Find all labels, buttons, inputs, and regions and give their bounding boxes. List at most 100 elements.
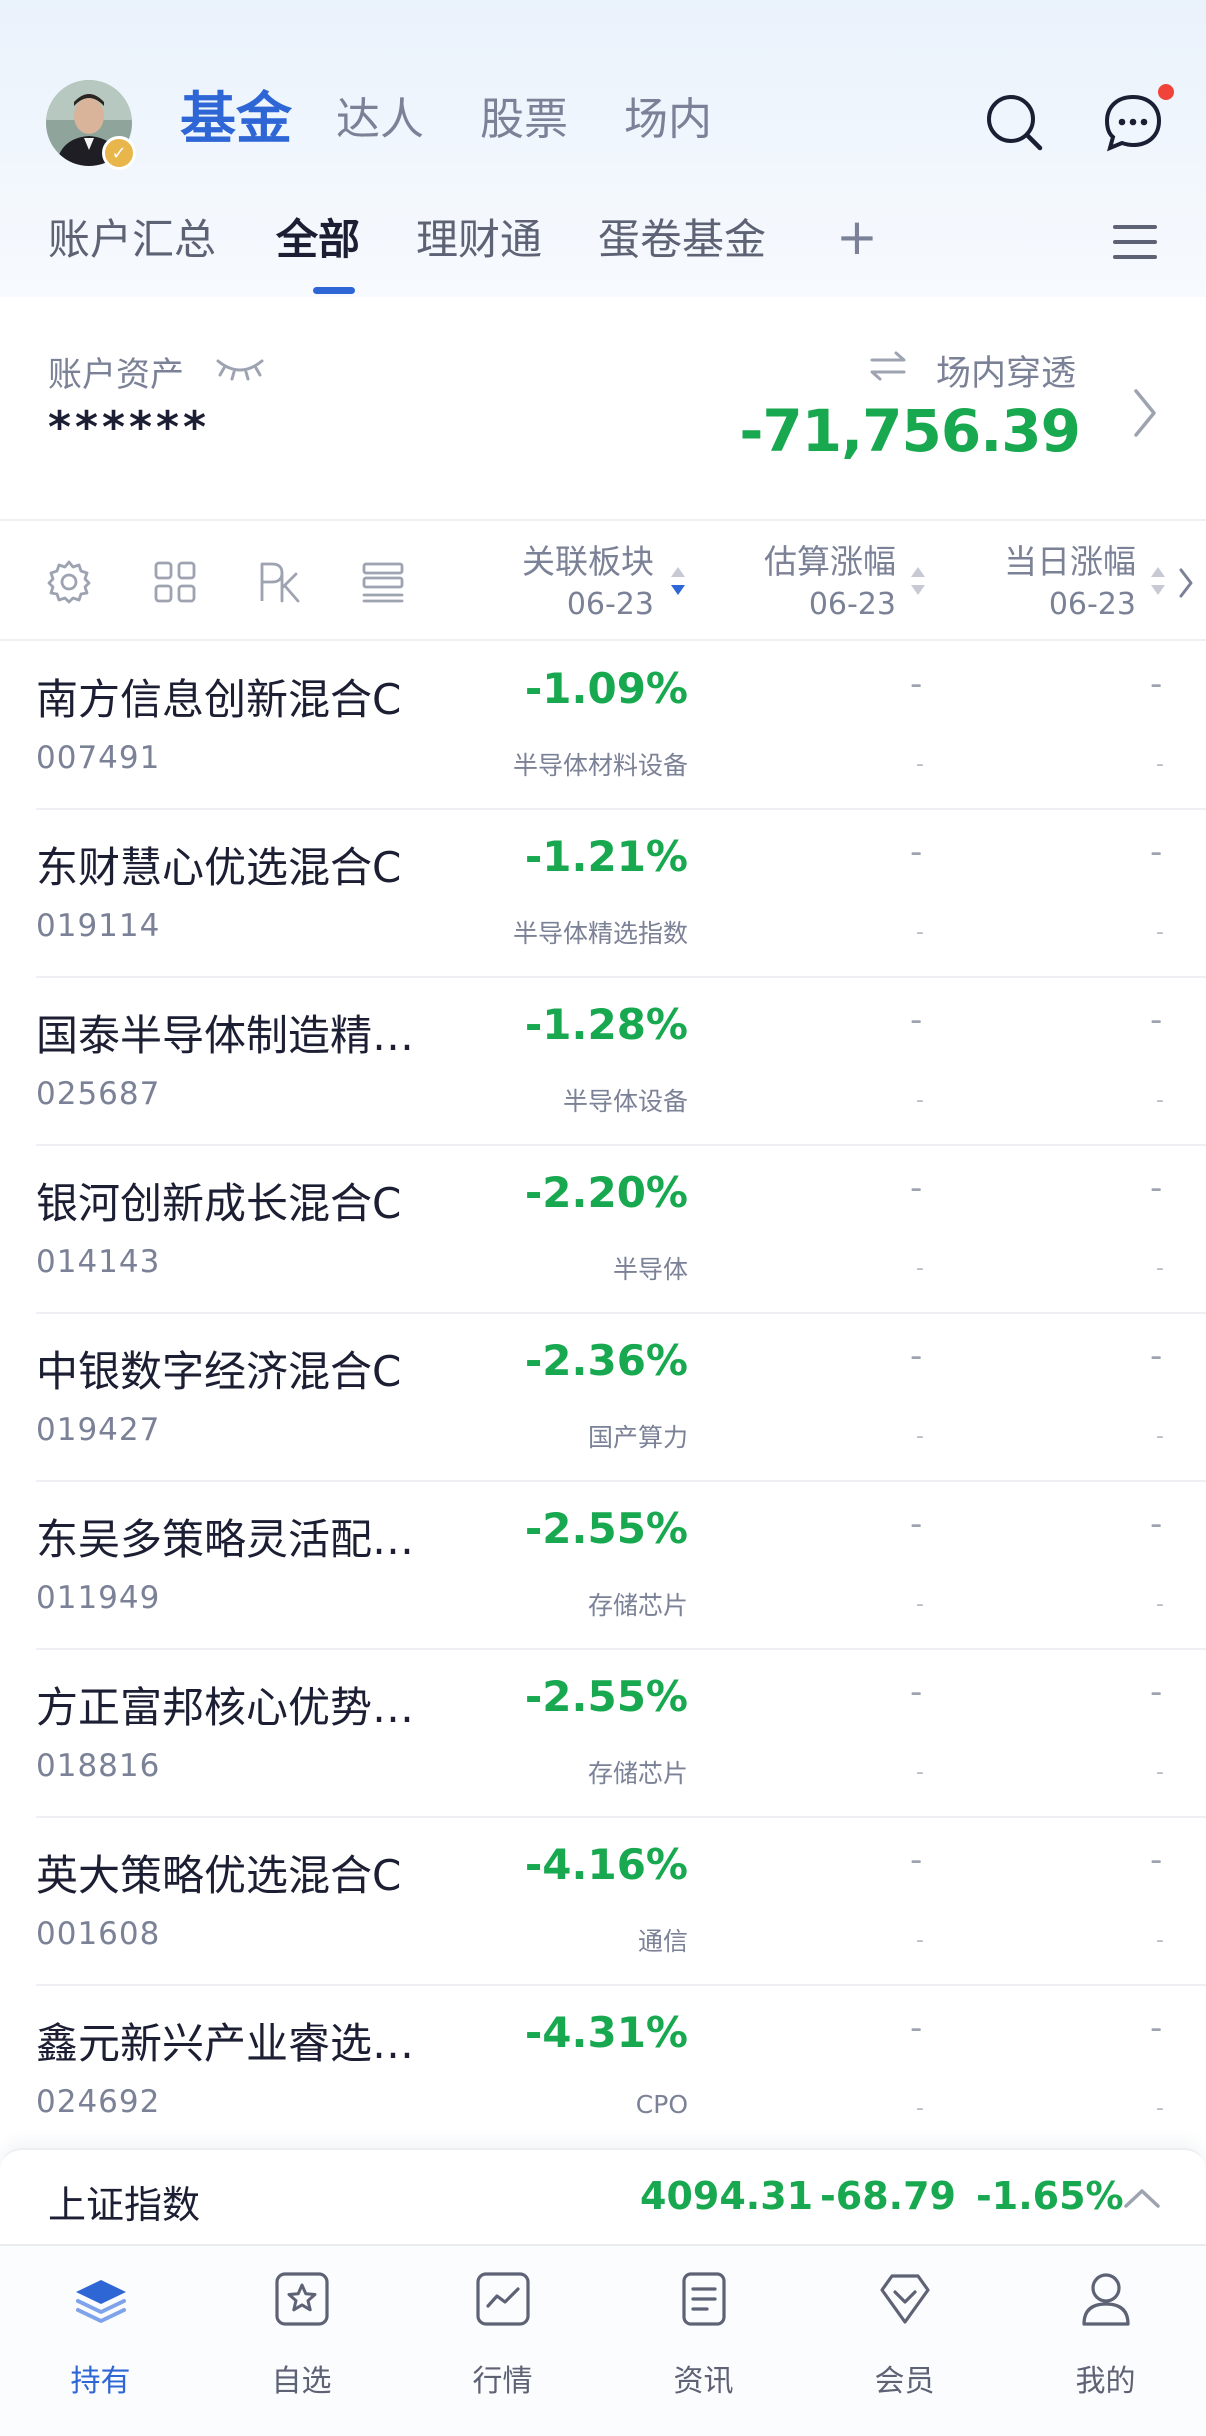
- estimate-sub: -: [916, 1928, 924, 1953]
- fund-code: 018816: [36, 1748, 161, 1784]
- sort-desc-icon[interactable]: [668, 559, 688, 603]
- list-view-icon[interactable]: [360, 559, 406, 605]
- estimate-value: -: [910, 1000, 923, 1040]
- tab-stock[interactable]: 股票: [480, 98, 568, 142]
- fund-change: -1.21%: [524, 832, 688, 881]
- tab-exchange[interactable]: 场内: [624, 98, 712, 142]
- nav-membership[interactable]: 会员: [804, 2246, 1005, 2436]
- menu-icon[interactable]: [1112, 222, 1158, 262]
- fund-row[interactable]: 东财慧心优选混合C 019114 -1.21% 半导体精选指数 - - - -: [0, 810, 1206, 978]
- estimate-value: -: [910, 1336, 923, 1376]
- estimate-sub: -: [916, 1592, 924, 1617]
- settings-icon[interactable]: [46, 559, 92, 605]
- nav-profile[interactable]: 我的: [1005, 2246, 1206, 2436]
- fund-sector: 半导体材料设备: [512, 751, 688, 780]
- nav-label: 资讯: [673, 2364, 734, 2399]
- index-percent: -1.65%: [976, 2174, 1124, 2218]
- fund-sector: 存储芯片: [587, 1591, 688, 1620]
- daily-value: -: [1150, 1672, 1163, 1712]
- notification-dot: [1158, 84, 1174, 100]
- fund-code: 024692: [36, 2084, 161, 2120]
- fund-code: 019427: [36, 1412, 161, 1448]
- fund-row[interactable]: 南方信息创新混合C 007491 -1.09% 半导体材料设备 - - - -: [0, 642, 1206, 810]
- fund-change: -4.31%: [524, 2008, 688, 2057]
- index-change: -68.79: [820, 2174, 956, 2218]
- daily-sub: -: [1156, 752, 1164, 777]
- eye-closed-icon[interactable]: [214, 353, 266, 383]
- fund-sector: 半导体设备: [562, 1087, 688, 1116]
- subtab-all[interactable]: 全部: [276, 219, 360, 261]
- fund-name: 中银数字经济混合C: [36, 1347, 402, 1396]
- nav-news[interactable]: 资讯: [603, 2246, 804, 2436]
- subtab-licaitong[interactable]: 理财通: [416, 219, 542, 261]
- fund-row[interactable]: 中银数字经济混合C 019427 -2.36% 国产算力 - - - -: [0, 1314, 1206, 1482]
- chevron-up-icon[interactable]: [1122, 2186, 1162, 2210]
- nav-watchlist[interactable]: 自选: [201, 2246, 402, 2436]
- estimate-value: -: [910, 1168, 923, 1208]
- fund-change: -2.55%: [524, 1504, 688, 1553]
- fund-change: -1.09%: [524, 664, 688, 713]
- fund-sector: 半导体: [612, 1255, 688, 1284]
- tab-influencer[interactable]: 达人: [336, 98, 424, 142]
- subtab-danjuan[interactable]: 蛋卷基金: [598, 219, 766, 261]
- search-icon[interactable]: [984, 92, 1046, 154]
- estimate-value: -: [910, 832, 923, 872]
- chevron-right-icon[interactable]: [1130, 385, 1160, 441]
- daily-value: -: [1150, 1000, 1163, 1040]
- star-icon: [275, 2272, 329, 2326]
- pk-compare-icon[interactable]: [256, 559, 302, 605]
- daily-sub: -: [1156, 1256, 1164, 1281]
- sector-column-title[interactable]: 关联板块: [522, 535, 654, 583]
- daily-value: -: [1150, 1168, 1163, 1208]
- index-value: 4094.31: [640, 2174, 814, 2218]
- estimate-value: -: [910, 2008, 923, 2048]
- subtab-account-summary[interactable]: 账户汇总: [48, 219, 216, 261]
- estimate-column-title[interactable]: 估算涨幅: [764, 535, 896, 583]
- fund-change: -4.16%: [524, 1840, 688, 1889]
- message-icon[interactable]: [1102, 92, 1164, 154]
- masked-asset-value: ******: [48, 402, 211, 453]
- nav-holdings[interactable]: 持有: [0, 2246, 201, 2436]
- fund-change: -2.20%: [524, 1168, 688, 1217]
- account-assets-label: 账户资产: [48, 355, 184, 395]
- estimate-value: -: [910, 1504, 923, 1544]
- sort-icon[interactable]: [1148, 559, 1168, 603]
- fund-code: 025687: [36, 1076, 161, 1112]
- estimate-sub: -: [916, 752, 924, 777]
- header-divider: [0, 639, 1206, 641]
- fund-row[interactable]: 英大策略优选混合C 001608 -4.16% 通信 - - - -: [0, 1818, 1206, 1986]
- daily-column-title[interactable]: 当日涨幅: [1004, 535, 1136, 583]
- fund-row[interactable]: 国泰半导体制造精… 025687 -1.28% 半导体设备 - - - -: [0, 978, 1206, 1146]
- grid-icon[interactable]: [152, 559, 198, 605]
- chevron-right-icon[interactable]: [1176, 565, 1196, 601]
- nav-label: 我的: [1075, 2364, 1136, 2399]
- fund-row[interactable]: 鑫元新兴产业睿选… 024692 -4.31% CPO - - - -: [0, 1986, 1206, 2154]
- avatar[interactable]: ✓: [46, 80, 136, 170]
- estimate-sub: -: [916, 1424, 924, 1449]
- estimate-sub: -: [916, 920, 924, 945]
- add-tab-button[interactable]: +: [836, 212, 878, 262]
- exchange-penetration-label: 场内穿透: [936, 354, 1077, 394]
- daily-sub: -: [1156, 1424, 1164, 1449]
- daily-sub: -: [1156, 920, 1164, 945]
- tab-fund[interactable]: 基金: [180, 92, 292, 148]
- fund-code: 014143: [36, 1244, 161, 1280]
- market-index-bar[interactable]: 上证指数 4094.31 -68.79 -1.65%: [0, 2148, 1206, 2244]
- fund-row[interactable]: 方正富邦核心优势… 018816 -2.55% 存储芯片 - - - -: [0, 1650, 1206, 1818]
- daily-value: -: [1150, 2008, 1163, 2048]
- fund-sector: 通信: [637, 1927, 688, 1956]
- nav-label: 持有: [70, 2364, 131, 2399]
- fund-sector: 国产算力: [587, 1423, 688, 1452]
- daily-sub: -: [1156, 1088, 1164, 1113]
- fund-row[interactable]: 银河创新成长混合C 014143 -2.20% 半导体 - - - -: [0, 1146, 1206, 1314]
- fund-code: 011949: [36, 1580, 161, 1616]
- daily-value: -: [1150, 832, 1163, 872]
- fund-change: -2.36%: [524, 1336, 688, 1385]
- nav-label: 行情: [472, 2364, 533, 2399]
- estimate-sub: -: [916, 1088, 924, 1113]
- fund-row[interactable]: 东吴多策略灵活配… 011949 -2.55% 存储芯片 - - - -: [0, 1482, 1206, 1650]
- nav-label: 自选: [271, 2364, 332, 2399]
- nav-market[interactable]: 行情: [402, 2246, 603, 2436]
- sort-icon[interactable]: [908, 559, 928, 603]
- fund-sector: 半导体精选指数: [512, 919, 688, 948]
